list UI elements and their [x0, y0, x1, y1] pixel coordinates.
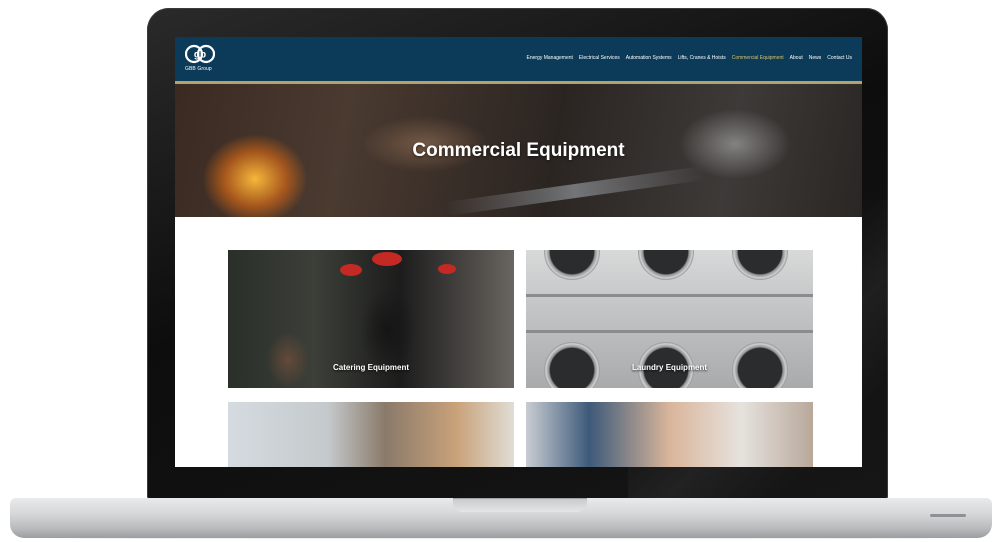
nav-item-automation-systems[interactable]: Automation Systems — [626, 55, 672, 61]
washer-drum-image — [544, 250, 600, 280]
chef-hat-image — [438, 264, 456, 274]
chef-hat-image — [340, 264, 362, 276]
laptop-mockup: gb GBB Group Energy Management Electrica… — [0, 0, 992, 542]
logo-text: gb — [194, 50, 206, 61]
hero-light-streak — [445, 165, 705, 217]
card-dispenser-image[interactable] — [526, 402, 813, 467]
nav-item-about[interactable]: About — [790, 55, 803, 61]
laptop-base-slit — [930, 514, 966, 517]
gb-logo-icon: gb — [185, 43, 215, 65]
card-laundry-equipment[interactable]: Laundry Equipment — [526, 250, 813, 388]
card-catering-equipment[interactable]: Catering Equipment — [228, 250, 514, 388]
card-label: Catering Equipment — [332, 363, 409, 372]
nav-item-lifts-cranes-hoists[interactable]: Lifts, Cranes & Hoists — [678, 55, 726, 61]
site-logo[interactable]: gb GBB Group — [185, 43, 215, 72]
card-cleaning-image[interactable] — [228, 402, 514, 467]
nav-item-contact-us[interactable]: Contact Us — [827, 55, 852, 61]
card-label: Laundry Equipment — [631, 363, 708, 372]
nav-item-electrical-services[interactable]: Electrical Services — [579, 55, 620, 61]
nav-item-news[interactable]: News — [809, 55, 822, 61]
laptop-base-notch — [453, 498, 587, 512]
company-name: GBB Group — [185, 66, 212, 72]
hero-banner: Commercial Equipment — [175, 84, 862, 217]
chef-hat-image — [372, 252, 402, 266]
nav-item-energy-management[interactable]: Energy Management — [526, 55, 572, 61]
page-title: Commercial Equipment — [412, 140, 625, 161]
laptop-screen: gb GBB Group Energy Management Electrica… — [175, 37, 862, 467]
washer-drum-image — [638, 250, 694, 280]
nav-item-commercial-equipment[interactable]: Commercial Equipment — [732, 55, 784, 61]
washer-panel — [526, 294, 813, 297]
site-navbar: gb GBB Group Energy Management Electrica… — [175, 37, 862, 84]
main-nav: Energy Management Electrical Services Au… — [526, 55, 852, 61]
washer-drum-image — [732, 250, 788, 280]
washer-panel — [526, 330, 813, 333]
